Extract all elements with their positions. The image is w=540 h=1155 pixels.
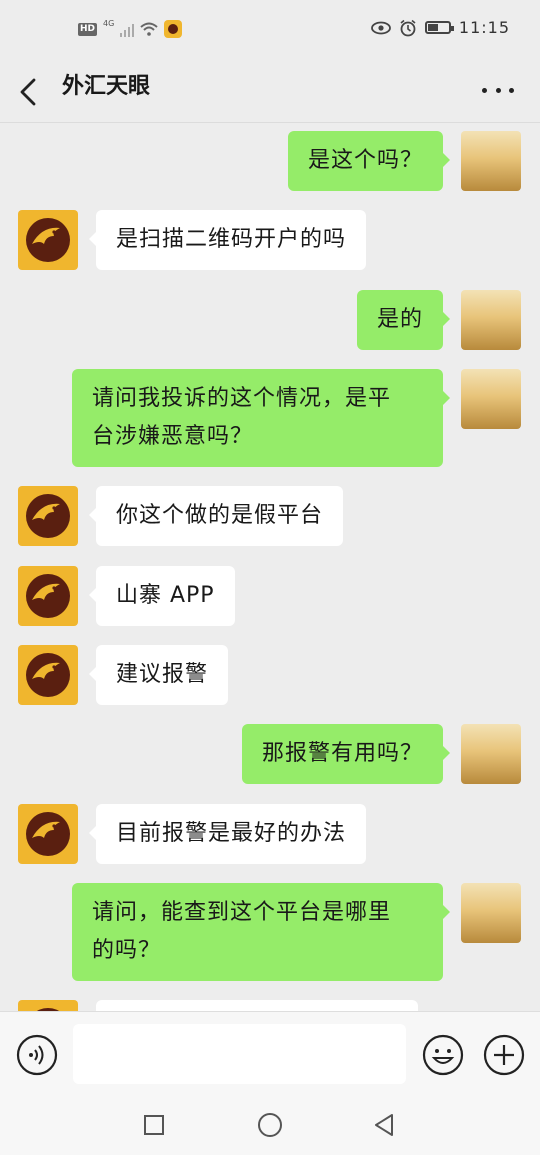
eagle-logo-icon — [26, 574, 70, 618]
message-bubble-received[interactable]: 建议报警 — [88, 645, 229, 705]
chat-header: 外汇天眼 — [0, 62, 540, 123]
plus-icon[interactable] — [483, 1034, 525, 1076]
my-avatar[interactable] — [461, 131, 521, 191]
message-list[interactable]: 是这个吗？ 是扫描二维码开户的吗 是的 请问我投诉的这个情况，是平 台涉嫌恶意吗… — [0, 123, 540, 1011]
eagle-logo-icon — [26, 812, 70, 856]
message-bubble-received[interactable]: 你这个做的是假平台 — [88, 486, 344, 546]
message-bubble-sent[interactable]: 请问我投诉的这个情况，是平 台涉嫌恶意吗？ — [72, 369, 450, 467]
back-nav-icon[interactable] — [372, 1113, 396, 1137]
eagle-logo-icon — [26, 653, 70, 697]
my-avatar[interactable] — [461, 290, 521, 350]
back-icon[interactable] — [12, 74, 48, 110]
alarm-icon — [400, 19, 416, 36]
voice-icon[interactable] — [16, 1034, 58, 1076]
more-icon[interactable] — [482, 76, 514, 104]
home-icon[interactable] — [258, 1113, 282, 1137]
message-bubble-sent[interactable]: 请问，能查到这个平台是哪里 的吗？ — [72, 883, 450, 981]
network-type: 4G — [103, 18, 115, 28]
contact-avatar[interactable] — [18, 804, 78, 864]
system-nav-bar — [0, 1095, 540, 1155]
contact-avatar[interactable] — [18, 645, 78, 705]
wifi-icon — [140, 22, 158, 36]
message-bubble-received[interactable]: 是扫描二维码开户的吗 — [88, 210, 367, 270]
message-bubble-received[interactable] — [96, 1000, 418, 1011]
app-notification-icon — [164, 20, 183, 38]
eye-icon — [370, 21, 391, 34]
chat-title: 外汇天眼 — [62, 74, 151, 99]
hd-indicator: HD — [78, 22, 98, 36]
message-bubble-sent[interactable]: 是这个吗？ — [287, 131, 451, 191]
message-input[interactable] — [73, 1024, 406, 1084]
contact-avatar[interactable] — [18, 1000, 78, 1011]
eagle-logo-icon — [26, 494, 70, 538]
contact-avatar[interactable] — [18, 566, 78, 626]
my-avatar[interactable] — [461, 724, 521, 784]
eagle-logo-icon — [26, 218, 70, 262]
battery-icon — [424, 21, 454, 34]
contact-avatar[interactable] — [18, 486, 78, 546]
emoji-icon[interactable] — [422, 1034, 464, 1076]
message-bubble-sent[interactable]: 是的 — [356, 290, 451, 350]
signal-icon — [120, 21, 135, 37]
status-bar: HD 4G 11:15 — [0, 0, 540, 62]
my-avatar[interactable] — [461, 883, 521, 943]
recent-apps-icon[interactable] — [144, 1115, 164, 1135]
input-bar — [0, 1011, 540, 1096]
contact-avatar[interactable] — [18, 210, 78, 270]
clock: 11:15 — [458, 18, 510, 37]
eagle-logo-icon — [36, 1008, 60, 1011]
message-bubble-sent[interactable]: 那报警有用吗？ — [241, 724, 451, 784]
message-bubble-received[interactable]: 山寨 APP — [89, 566, 235, 626]
message-bubble-received[interactable]: 目前报警是最好的办法 — [88, 804, 367, 864]
my-avatar[interactable] — [461, 369, 521, 429]
